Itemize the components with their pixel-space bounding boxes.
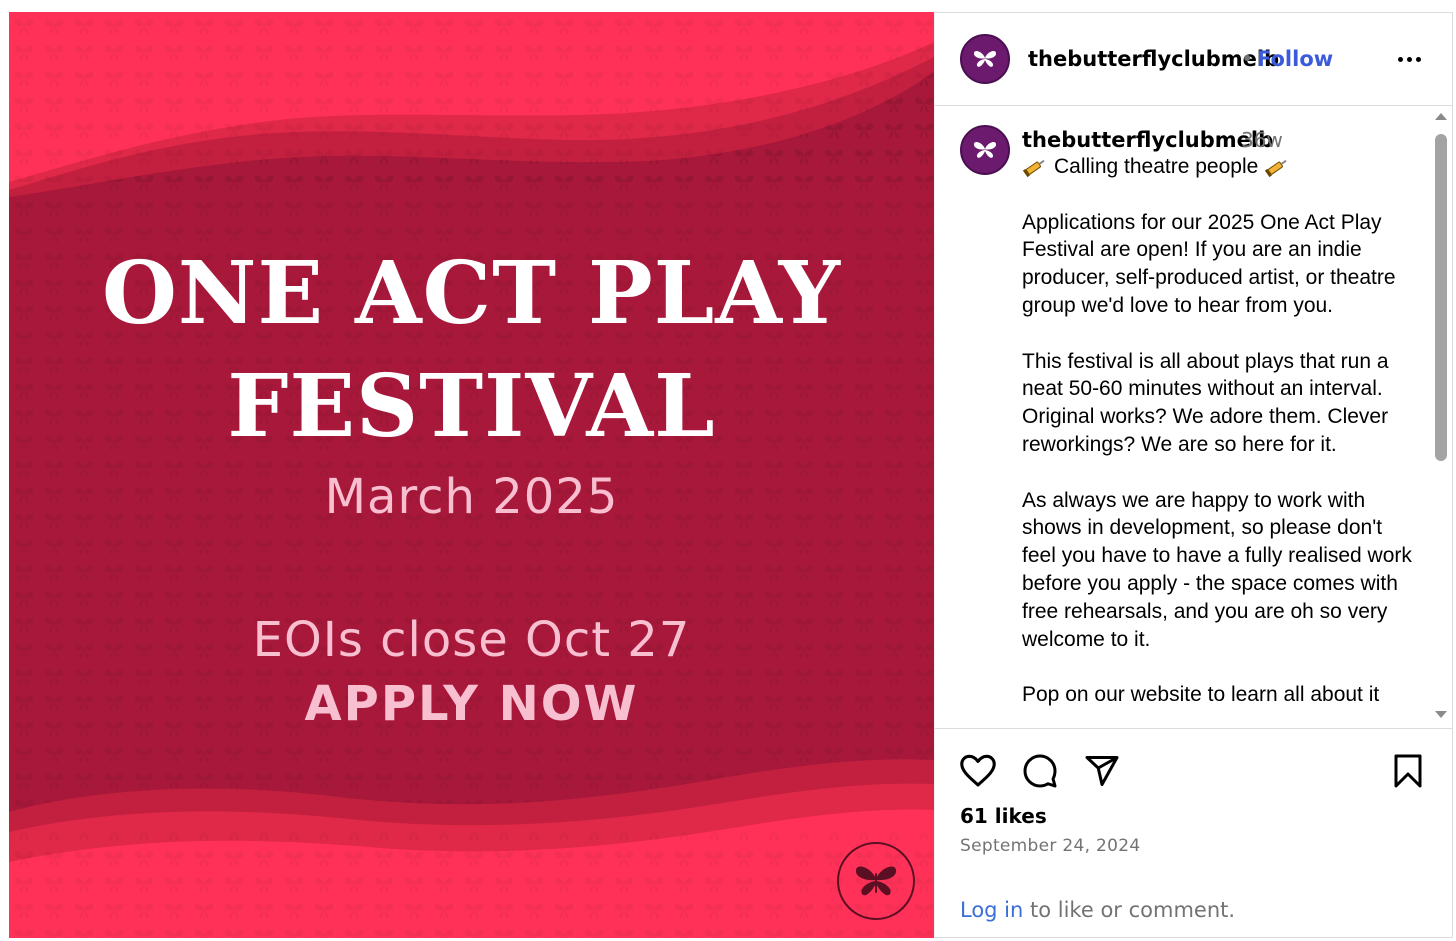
share-icon: [1085, 756, 1119, 786]
post-header: thebutterflyclubmelb • Follow: [935, 12, 1453, 106]
scroll-thumb[interactable]: [1435, 134, 1447, 461]
like-button[interactable]: [958, 751, 998, 791]
header-separator: •: [1241, 47, 1254, 71]
post-panel: thebutterflyclubmelb • Follow thebutterf…: [934, 12, 1453, 938]
more-options-button[interactable]: [1391, 42, 1427, 76]
more-icon: [1397, 56, 1403, 62]
caption-headline-row: Calling theatre people: [1022, 153, 1414, 181]
caption-username[interactable]: thebutterflyclubmelb: [1022, 127, 1273, 153]
image-cta: APPLY NOW: [304, 676, 639, 732]
caption-scroll-area[interactable]: thebutterflyclubmelb 36w Calling theatre…: [935, 107, 1453, 727]
post-image[interactable]: ONE ACT PLAY FESTIVAL March 2025 EOIs cl…: [9, 12, 934, 938]
butterfly-icon: [973, 142, 997, 158]
caption-headline: Calling theatre people: [1054, 155, 1259, 178]
share-button[interactable]: [1082, 751, 1122, 791]
caption-text: Calling theatre people Applications for …: [1022, 153, 1414, 709]
image-date: March 2025: [324, 469, 619, 525]
syringe-icon: [1265, 159, 1287, 178]
heart-icon: [960, 754, 996, 787]
post-date: September 24, 2024: [960, 836, 1141, 856]
scroll-down-arrow[interactable]: [1435, 711, 1447, 718]
butterfly-icon: [973, 51, 997, 67]
caption-paragraph: Pop on our website to learn all about it: [1022, 683, 1380, 707]
caption-paragraph: This festival is all about plays that ru…: [1022, 349, 1389, 456]
login-rest-text: to like or comment.: [1023, 898, 1236, 922]
image-title-line2: FESTIVAL: [227, 356, 716, 457]
comment-icon: [1023, 754, 1057, 788]
caption-time[interactable]: 36w: [1241, 127, 1283, 153]
avatar[interactable]: [960, 34, 1010, 84]
caption-paragraph: Applications for our 2025 One Act Play F…: [1022, 210, 1396, 317]
post-actions: 61 likes September 24, 2024 Log in to li…: [935, 728, 1453, 938]
save-button[interactable]: [1388, 751, 1428, 791]
scroll-up-arrow[interactable]: [1435, 113, 1447, 120]
follow-button[interactable]: Follow: [1257, 46, 1333, 72]
likes-count[interactable]: 61 likes: [960, 803, 1047, 829]
caption-paragraph: As always we are happy to work with show…: [1022, 488, 1412, 651]
avatar[interactable]: [960, 125, 1010, 175]
bookmark-icon: [1394, 754, 1422, 788]
butterfly-badge: [837, 842, 915, 920]
comment-button[interactable]: [1020, 751, 1060, 791]
login-prompt: Log in to like or comment.: [960, 897, 1235, 923]
image-deadline: EOIs close Oct 27: [252, 612, 691, 668]
login-link[interactable]: Log in: [960, 898, 1023, 922]
caption-scrollbar[interactable]: [1431, 107, 1451, 727]
butterfly-icon: [855, 866, 897, 896]
image-title-line1: ONE ACT PLAY: [101, 243, 842, 344]
syringe-icon: [1022, 159, 1045, 178]
